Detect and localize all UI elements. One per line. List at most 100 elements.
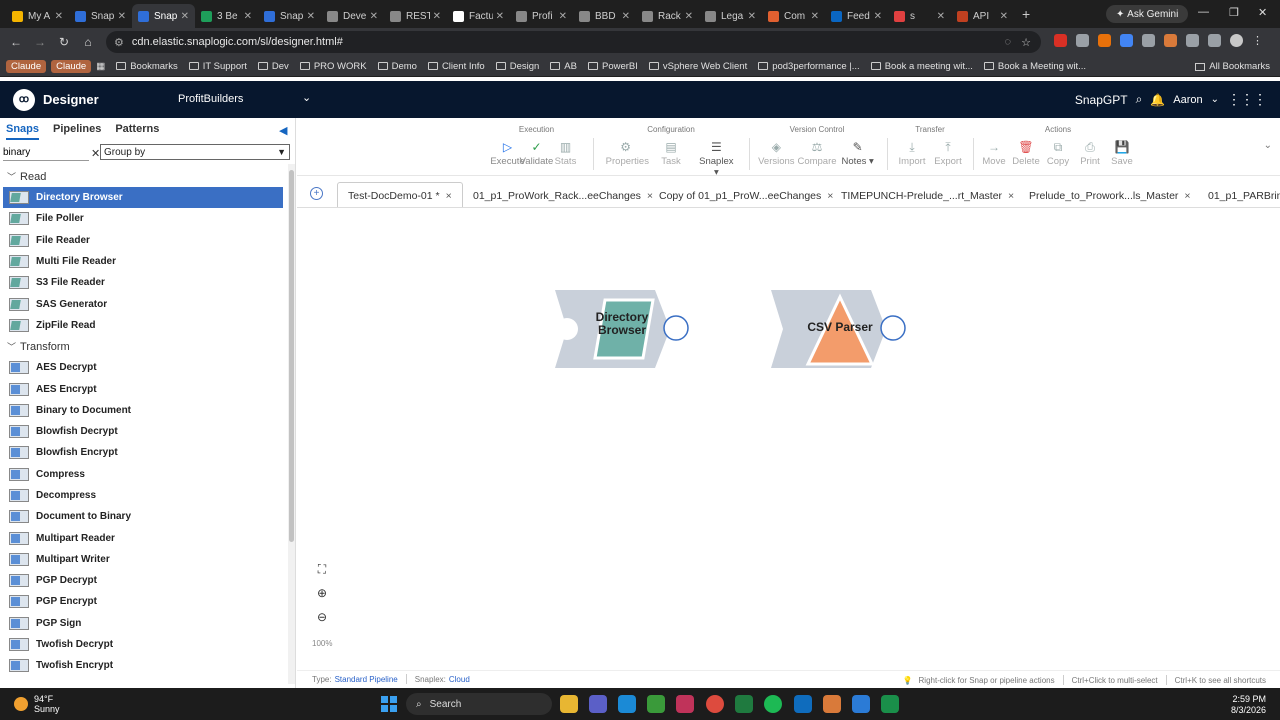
search-icon[interactable]: ⌕ <box>1136 92 1143 107</box>
browser-tab[interactable]: REST✕ <box>384 4 447 28</box>
bookmark-item[interactable]: Design <box>495 61 539 72</box>
browser-tab[interactable]: Com ✕ <box>762 4 825 28</box>
output-port[interactable] <box>880 315 906 341</box>
tab-close-icon[interactable]: ✕ <box>181 11 189 22</box>
pipeline-tab[interactable]: 01_p1_ProWork_Rack...eeChanges × <box>463 182 663 207</box>
bookmark-claude[interactable]: Claude <box>51 59 92 73</box>
snap-list-item[interactable]: S3 File Reader <box>0 272 288 293</box>
tab-snaps[interactable]: Snaps <box>6 123 40 140</box>
bookmark-star-icon[interactable]: ☆ <box>1021 36 1031 49</box>
claude-icon[interactable] <box>823 695 841 713</box>
toolbar-button[interactable]: ⤒ Export <box>928 140 968 167</box>
snap-list-item[interactable]: SAS Generator <box>0 293 288 314</box>
snap-list-item[interactable]: Twofish Decrypt <box>0 634 288 655</box>
clear-search-icon[interactable]: ✕ <box>91 147 100 160</box>
snap-list-item[interactable]: AES Encrypt <box>0 378 288 399</box>
browser-tab[interactable]: Snap ✕ <box>132 4 195 28</box>
snap-category[interactable]: ﹀ Read <box>0 166 288 187</box>
back-icon[interactable]: ← <box>4 35 28 49</box>
file-explorer-icon[interactable] <box>560 695 578 713</box>
home-icon[interactable]: ⌂ <box>76 35 100 49</box>
chevron-down-icon[interactable]: ⌄ <box>1211 94 1219 105</box>
bell-icon[interactable]: 🔔 <box>1150 93 1165 107</box>
tab-close-icon[interactable]: ✕ <box>559 11 567 22</box>
windows-start-icon[interactable] <box>381 696 397 712</box>
browser-tab[interactable]: Factu ✕ <box>447 4 510 28</box>
pipeline-tab[interactable]: 01_p1_PARBrink_ <box>1198 182 1280 207</box>
toolbar-button[interactable]: ◈ Versions <box>756 140 796 167</box>
tab-close-icon[interactable]: ✕ <box>685 11 693 22</box>
snap-list-item[interactable]: AES Decrypt <box>0 357 288 378</box>
tab-close-icon[interactable]: ✕ <box>433 11 441 22</box>
close-tab-icon[interactable]: × <box>446 190 452 202</box>
input-port[interactable] <box>556 318 578 340</box>
vscode-icon[interactable] <box>852 695 870 713</box>
minimize-icon[interactable]: — <box>1198 6 1209 18</box>
tab-close-icon[interactable]: ✕ <box>811 11 819 22</box>
extension-icon[interactable] <box>1142 34 1155 47</box>
reload-icon[interactable]: ↻ <box>52 35 76 49</box>
toolbar-button[interactable]: ⤓ Import <box>892 140 932 167</box>
catalog-scrollbar[interactable] <box>288 164 295 684</box>
eye-off-icon[interactable]: ◌ <box>1004 36 1011 48</box>
toolbar-button[interactable]: ⚖ Compare <box>797 140 837 167</box>
browser-tab[interactable]: My A ✕ <box>6 4 69 28</box>
snap-list-item[interactable]: Directory Browser <box>3 187 283 209</box>
browser-tab[interactable]: Profi ✕ <box>510 4 573 28</box>
bookmark-item[interactable]: PowerBI <box>587 61 638 72</box>
profile-avatar[interactable] <box>1230 34 1243 47</box>
snap-list-item[interactable]: Binary to Document <box>0 400 288 421</box>
tab-close-icon[interactable]: ✕ <box>1000 11 1008 22</box>
snap-list-item[interactable]: Document to Binary <box>0 506 288 527</box>
close-tab-icon[interactable]: × <box>1008 190 1014 202</box>
tab-close-icon[interactable]: ✕ <box>244 11 252 22</box>
apps-icon[interactable]: ▦ <box>96 61 105 72</box>
snap-list-item[interactable]: Twofish Encrypt <box>0 655 288 676</box>
toolbar-button[interactable]: ☰ Snaplex ▾ <box>696 140 736 178</box>
snap-list-item[interactable]: File Poller <box>0 208 288 229</box>
scrollbar-thumb[interactable] <box>289 170 294 542</box>
snap-list-item[interactable]: PGP Encrypt <box>0 591 288 612</box>
taskbar-search[interactable]: ⌕ Search <box>406 693 552 715</box>
snap-list-item[interactable]: Multi File Reader <box>0 251 288 272</box>
pipeline-tab[interactable]: Test-DocDemo-01 * × <box>337 182 463 207</box>
browser-tab[interactable]: API ✕ <box>951 4 1014 28</box>
pipeline-tab[interactable]: Copy of 01_p1_ProW...eeChanges × <box>649 182 843 207</box>
toolbar-button[interactable]: ▥ Stats <box>546 140 586 167</box>
snap-list-item[interactable]: Multipart Writer <box>0 549 288 570</box>
browser-tab[interactable]: Lega ✕ <box>699 4 762 28</box>
extension-icon[interactable] <box>1054 34 1067 47</box>
toolbar-button[interactable]: ✎ Notes ▾ <box>838 140 878 167</box>
bookmark-item[interactable]: Book a meeting wit... <box>870 61 973 72</box>
tab-close-icon[interactable]: ✕ <box>496 11 504 22</box>
snap-list-item[interactable]: Blowfish Encrypt <box>0 442 288 463</box>
browser-tab[interactable]: 3 Be ✕ <box>195 4 258 28</box>
tab-pipelines[interactable]: Pipelines <box>53 123 101 140</box>
bookmark-item[interactable]: Book a Meeting wit... <box>983 61 1086 72</box>
tab-close-icon[interactable]: ✕ <box>370 11 378 22</box>
bookmark-item[interactable]: Client Info <box>427 61 485 72</box>
chrome-icon[interactable] <box>706 695 724 713</box>
snap-list-item[interactable]: Multipart Reader <box>0 527 288 548</box>
menu-kebab-icon[interactable]: ⋮ <box>1252 34 1263 47</box>
zoom-in-icon[interactable]: ⊕ <box>309 586 335 610</box>
output-port[interactable] <box>663 315 689 341</box>
new-tab-button[interactable]: + <box>1022 6 1030 22</box>
bookmark-item[interactable]: Bookmarks <box>116 61 178 72</box>
zoom-out-icon[interactable]: ⊖ <box>309 610 335 634</box>
chevron-down-icon[interactable]: ⌄ <box>302 91 311 104</box>
bookmark-item[interactable]: vSphere Web Client <box>648 61 747 72</box>
type-value[interactable]: Standard Pipeline <box>335 675 398 684</box>
ask-gemini-button[interactable]: ✦ Ask Gemini <box>1106 5 1189 23</box>
edge-icon[interactable] <box>618 695 636 713</box>
close-tab-icon[interactable]: × <box>1184 190 1190 202</box>
extension-icon[interactable] <box>1120 34 1133 47</box>
add-pipeline-tab-icon[interactable]: + <box>310 187 323 200</box>
snap-list-item[interactable]: Compress <box>0 464 288 485</box>
collapse-panel-icon[interactable]: ◀ <box>279 124 287 137</box>
tab-close-icon[interactable]: ✕ <box>874 11 882 22</box>
tab-close-icon[interactable]: ✕ <box>307 11 315 22</box>
bookmark-item[interactable]: PRO WORK <box>299 61 367 72</box>
excel-icon[interactable] <box>735 695 753 713</box>
snap-list-item[interactable]: ZipFile Read <box>0 315 288 336</box>
